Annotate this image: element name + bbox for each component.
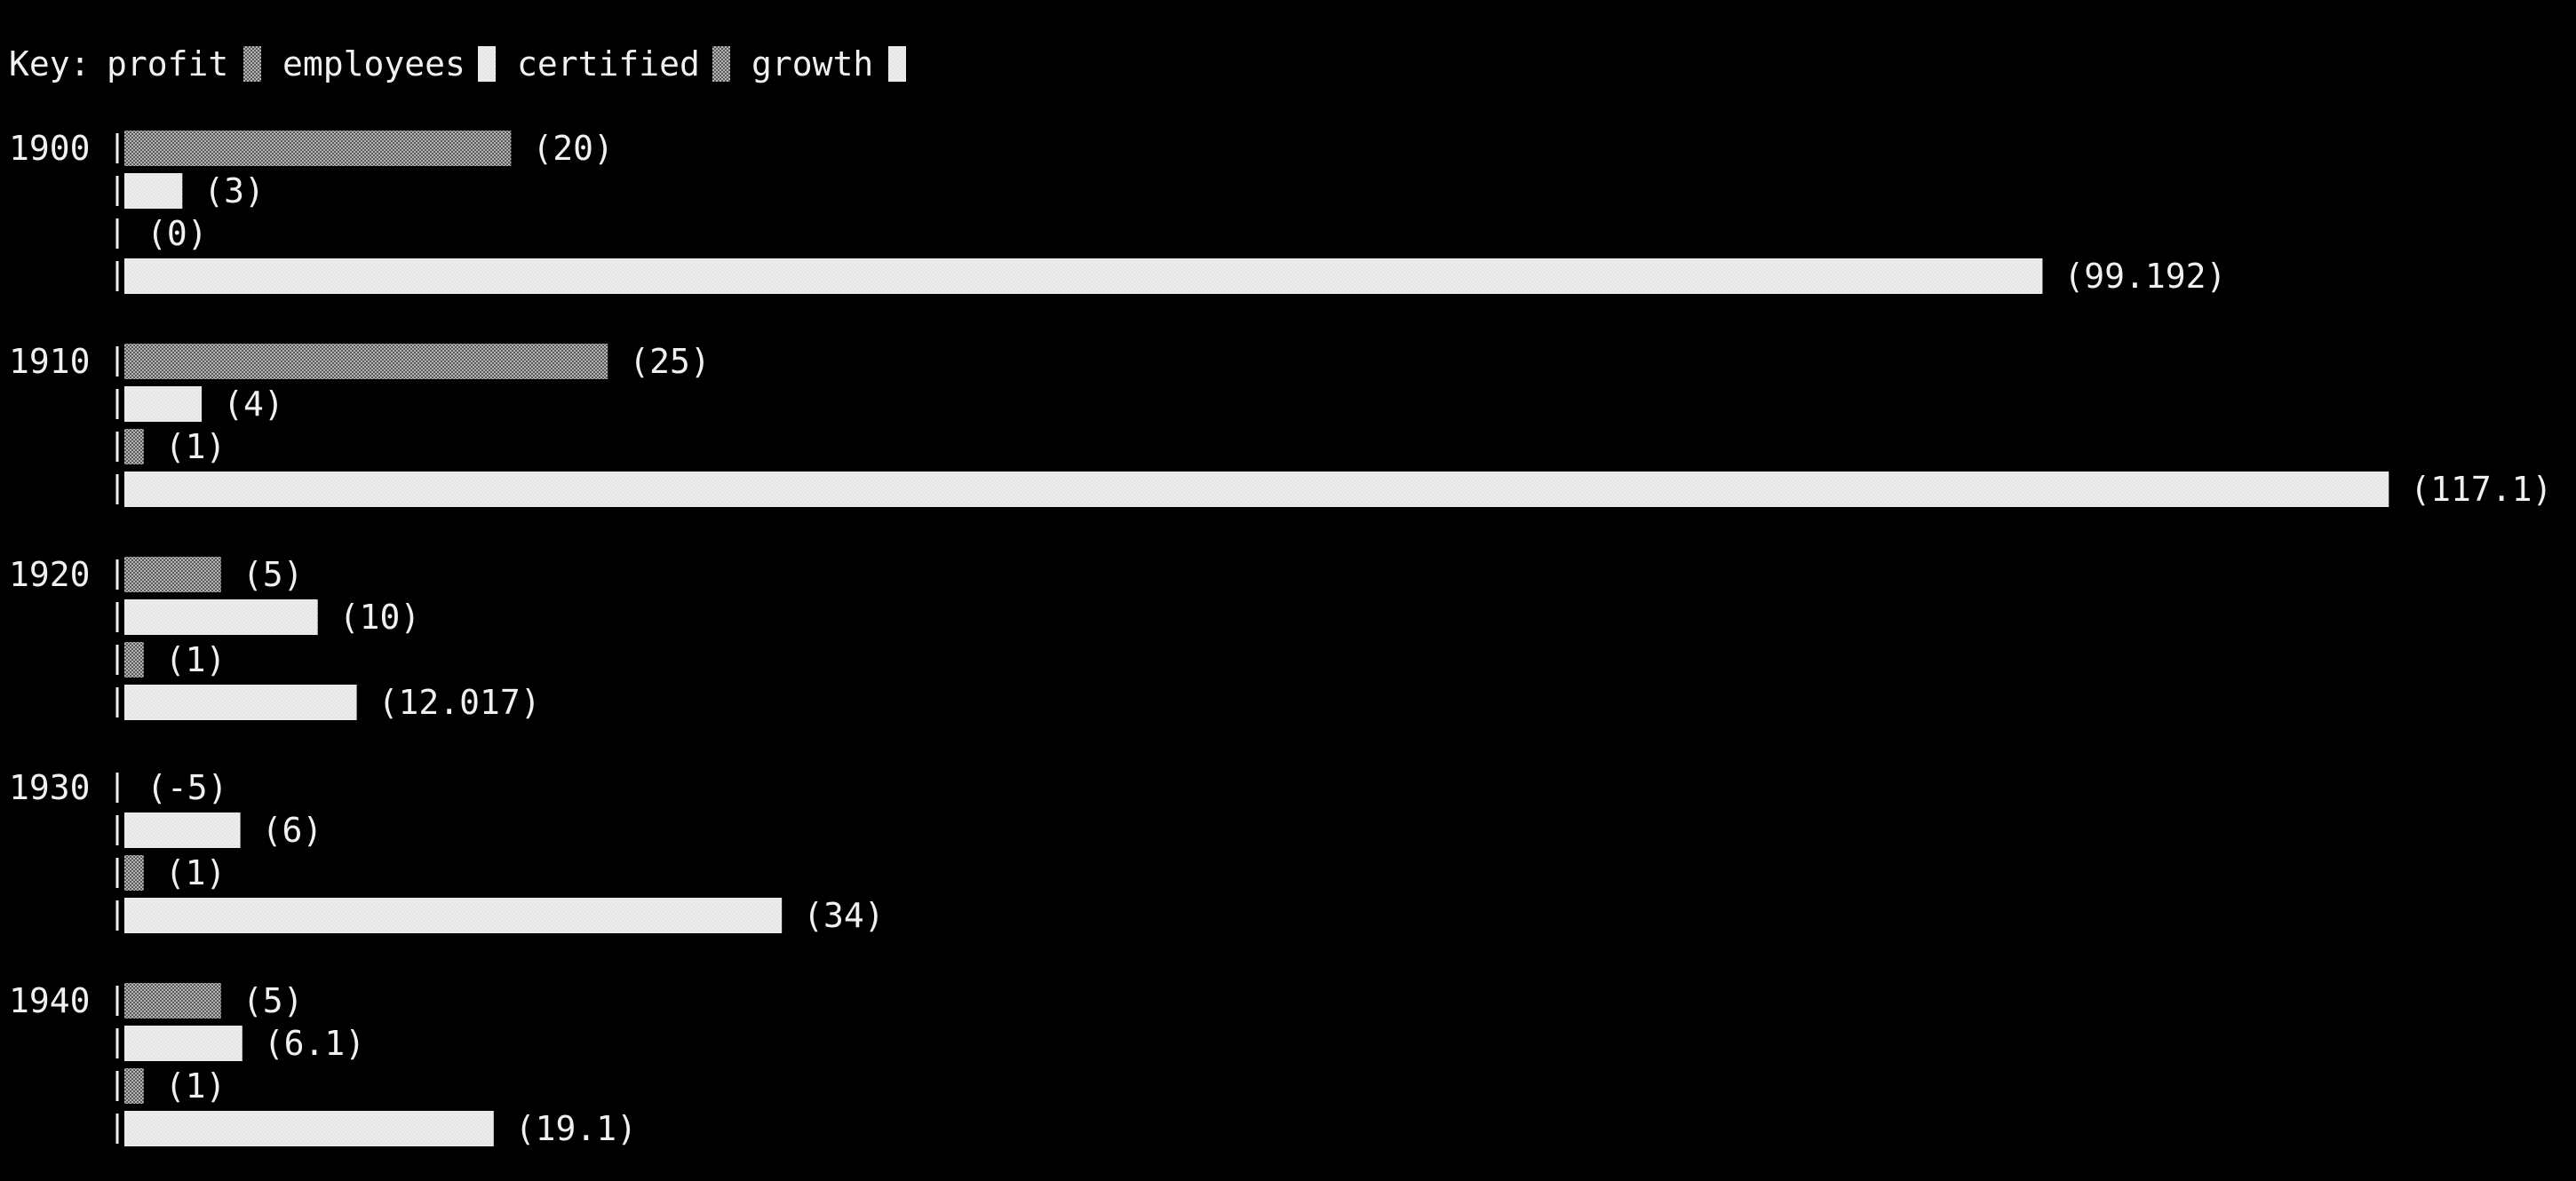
bar-profit-1900: [124, 131, 512, 166]
bar-growth-1910: [124, 472, 2389, 507]
value-label: (1): [165, 427, 227, 466]
category-label: 1910: [9, 342, 91, 381]
value-label: (6.1): [264, 1024, 365, 1063]
bar-profit-1940: [124, 983, 221, 1019]
bar-growth-1920: [124, 685, 357, 720]
bar-profit-1920: [124, 557, 221, 592]
bar-chart: Key: profit employees certified growth 1900 (…: [9, 44, 2552, 1148]
bar-employees-1940: [124, 1026, 242, 1061]
category-label: 1940: [9, 981, 91, 1020]
value-label: (34): [803, 896, 885, 935]
value-label: (4): [223, 384, 284, 424]
legend-swatch-growth: [888, 46, 906, 82]
legend-label-employees: employees: [282, 44, 465, 83]
value-label: (20): [532, 129, 614, 168]
bar-certified-1920: [124, 642, 144, 678]
bar-growth-1900: [124, 258, 2043, 294]
category-label: 1900: [9, 129, 91, 168]
legend-key-label: Key:: [9, 44, 91, 83]
value-label: (3): [203, 171, 265, 210]
bar-group-1920: 1920 (5) (10) (1) (12.017): [9, 555, 541, 722]
value-label: (19.1): [515, 1109, 637, 1148]
bar-certified-1940: [124, 1068, 144, 1104]
value-label: (1): [165, 1066, 227, 1106]
value-label: (25): [629, 342, 711, 381]
category-label: 1920: [9, 555, 91, 594]
value-label: (117.1): [2410, 470, 2552, 509]
legend-swatch-certified: [712, 46, 730, 82]
bar-profit-1910: [124, 344, 608, 379]
bar-certified-1930: [124, 855, 144, 891]
bar-employees-1930: [124, 812, 241, 848]
category-label: 1930: [9, 768, 91, 807]
legend-swatch-employees: [478, 46, 496, 82]
value-label: (1): [165, 640, 227, 679]
value-label: (5): [242, 555, 304, 594]
legend-swatch-profit: [243, 46, 261, 82]
value-label: (5): [242, 981, 304, 1020]
bar-group-1940: 1940 (5) (6.1) (1) (19.1): [9, 981, 637, 1148]
bar-group-1900: 1900 (20) (3) (0) (99.192): [9, 129, 2226, 296]
value-label: (6): [262, 811, 323, 850]
value-label: (0): [147, 214, 208, 253]
legend-label-growth: growth: [751, 44, 873, 83]
value-label: (1): [165, 853, 227, 892]
bar-employees-1900: [124, 173, 183, 209]
bar-group-1910: 1910 (25) (4)(1) (117.1): [9, 342, 2552, 509]
value-label: (10): [339, 598, 421, 637]
legend-label-certified: certified: [517, 44, 700, 83]
bar-growth-1940: [124, 1111, 494, 1146]
bar-growth-1930: [124, 898, 783, 933]
bar-employees-1920: [124, 599, 318, 635]
value-label: (99.192): [2063, 257, 2226, 296]
bar-group-1930: 1930 (-5) (6) (1) (34): [9, 768, 885, 935]
value-label: (-5): [147, 768, 228, 807]
value-label: (12.017): [378, 683, 541, 722]
legend-label-profit: profit: [107, 44, 228, 83]
bar-certified-1910: [124, 429, 144, 464]
chart-plot-area: 1900 (20)(3)(0)(99.192)1910 (25)(4)(1)(117…: [9, 129, 2552, 1148]
chart-legend: Key: profit employees certified growth: [9, 44, 906, 83]
bar-employees-1910: [124, 386, 203, 422]
